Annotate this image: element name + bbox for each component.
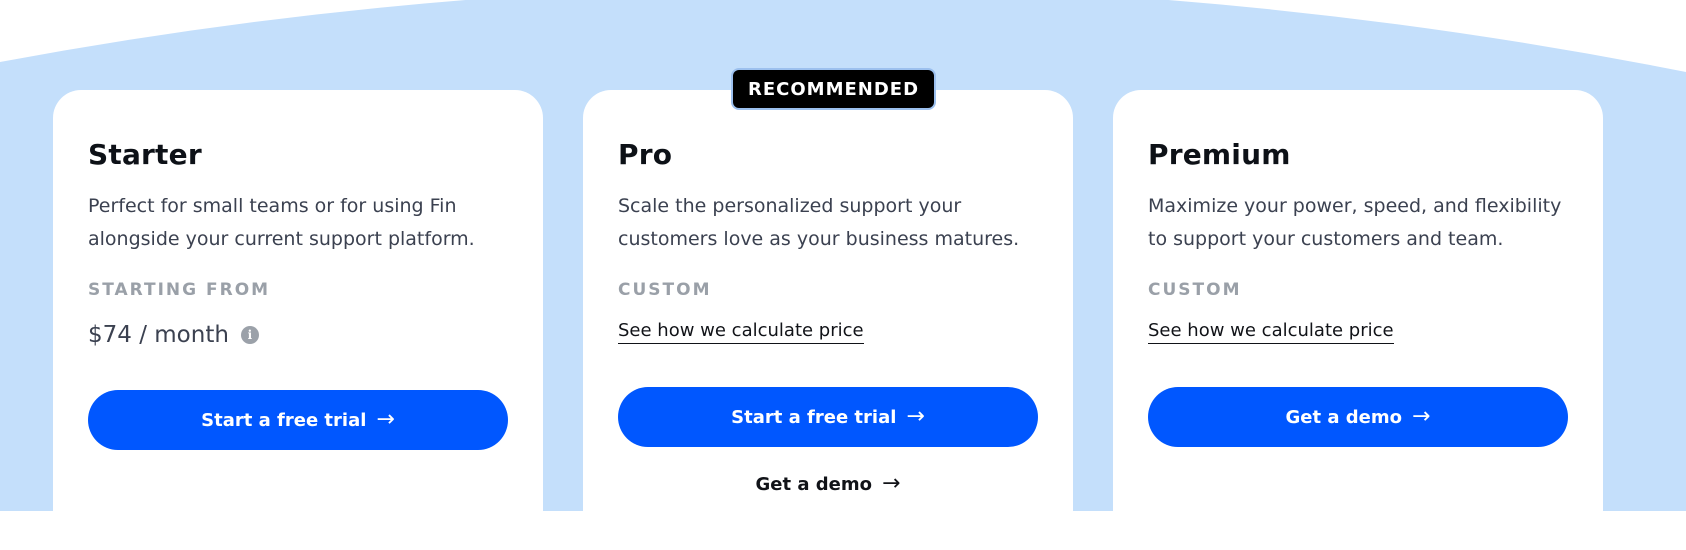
see-price-calculation-link[interactable]: See how we calculate price: [1148, 320, 1394, 344]
plan-description: Scale the personalized support your cust…: [618, 195, 1020, 250]
see-price-calculation-link[interactable]: See how we calculate price: [618, 320, 864, 344]
price-label: CUSTOM: [618, 280, 712, 300]
price-amount: $74 / month: [88, 322, 229, 348]
price-label: CUSTOM: [1148, 280, 1242, 300]
get-a-demo-button[interactable]: Get a demo →: [1148, 387, 1568, 447]
plan-description: Perfect for small teams or for using Fin…: [88, 195, 475, 250]
info-icon[interactable]: i: [240, 326, 259, 344]
arrow-right-icon: →: [906, 404, 925, 429]
plan-title: Premium: [1148, 138, 1291, 171]
start-free-trial-button[interactable]: Start a free trial →: [618, 387, 1038, 447]
price-value: $74 / month i: [88, 322, 259, 348]
plan-description: Maximize your power, speed, and flexibil…: [1148, 195, 1562, 250]
get-a-demo-link[interactable]: Get a demo →: [618, 473, 1038, 495]
recommended-badge: RECOMMENDED: [733, 70, 935, 108]
arrow-right-icon: →: [882, 471, 901, 496]
link-label: Get a demo: [755, 473, 873, 495]
arrow-right-icon: →: [376, 407, 395, 432]
button-label: Start a free trial: [731, 406, 897, 428]
price-label: STARTING FROM: [88, 280, 271, 300]
button-label: Start a free trial: [201, 409, 367, 431]
button-label: Get a demo: [1285, 406, 1403, 428]
plan-card-premium: Premium Maximize your power, speed, and …: [1113, 90, 1603, 550]
plan-title: Starter: [88, 138, 202, 171]
plan-card-pro: Pro Scale the personalized support your …: [583, 90, 1073, 550]
plan-card-starter: Starter Perfect for small teams or for u…: [53, 90, 543, 550]
plan-title: Pro: [618, 138, 673, 171]
start-free-trial-button[interactable]: Start a free trial →: [88, 390, 508, 450]
arrow-right-icon: →: [1412, 404, 1431, 429]
